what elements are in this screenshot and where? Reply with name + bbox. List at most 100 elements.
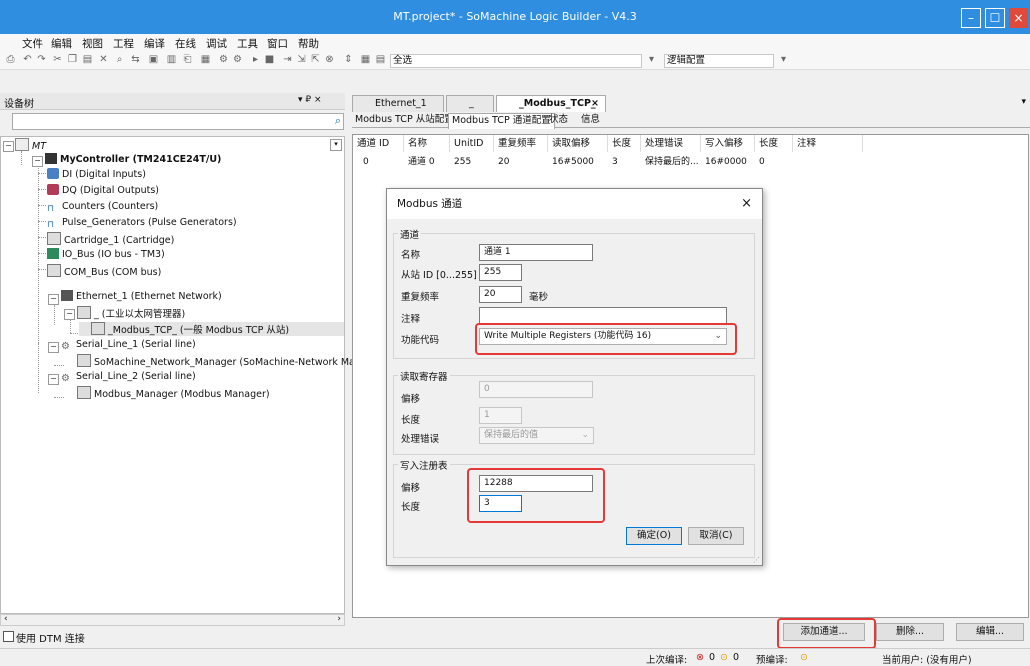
- tree-node-di[interactable]: DI (Digital Inputs): [47, 168, 146, 182]
- repeat-rate-input[interactable]: 20: [479, 286, 522, 303]
- breakpoint-icon[interactable]: ⊗: [324, 54, 335, 65]
- tree-node-label: Serial_Line_2 (Serial line): [76, 371, 196, 382]
- read-error-select[interactable]: 保持最后的值 ⌄: [479, 427, 594, 444]
- chevron-down-icon[interactable]: ▾: [646, 54, 657, 65]
- tree-scrollbar[interactable]: ‹ ›: [0, 614, 345, 626]
- chevron-left-icon[interactable]: ‹: [4, 614, 8, 624]
- cancel-button[interactable]: 取消(C): [688, 527, 744, 545]
- chevron-right-icon[interactable]: ›: [337, 614, 341, 624]
- dtm-checkbox[interactable]: [3, 631, 14, 642]
- chevron-down-icon[interactable]: ▾: [778, 54, 789, 65]
- menu-view[interactable]: 视图: [82, 36, 103, 51]
- read-offset-input[interactable]: 0: [479, 381, 593, 398]
- cut-icon[interactable]: ✂: [52, 54, 63, 65]
- config-combo[interactable]: 逻辑配置: [664, 54, 774, 68]
- new-file-icon[interactable]: ⎗: [182, 54, 193, 65]
- menu-edit[interactable]: 编辑: [51, 36, 72, 51]
- collapse-toggle[interactable]: −: [48, 342, 59, 353]
- tree-node-modbus-tcp[interactable]: _Modbus_TCP_ (一般 Modbus TCP 从站): [79, 322, 344, 336]
- tab-info[interactable]: 信息: [578, 113, 603, 128]
- status-bar: 上次编译: ⊗ 0 ⊙ 0 预编译: ⊙ 当前用户: (没有用户): [0, 648, 1030, 666]
- maximize-button[interactable]: ☐: [985, 8, 1005, 28]
- tab-manager[interactable]: _: [446, 95, 494, 112]
- toggle-icon[interactable]: ⇕: [343, 54, 354, 65]
- ok-button[interactable]: 确定(O): [626, 527, 682, 545]
- menu-build[interactable]: 编译: [144, 36, 165, 51]
- close-icon[interactable]: ×: [591, 96, 599, 112]
- bookmark-icon[interactable]: ▣: [148, 54, 159, 65]
- tree-node-ethernet[interactable]: Ethernet_1 (Ethernet Network): [61, 290, 222, 304]
- run-icon[interactable]: ▸: [250, 54, 261, 65]
- resize-grip-icon[interactable]: ⋰: [753, 556, 760, 564]
- delete-channel-button[interactable]: 删除...: [876, 623, 944, 641]
- table-cell: 255: [454, 157, 472, 167]
- dialog-close-button[interactable]: ×: [741, 189, 752, 219]
- device-tree-search-input[interactable]: ⌕: [12, 113, 344, 130]
- tree-node-serial1[interactable]: ⚙ Serial_Line_1 (Serial line): [61, 338, 196, 352]
- print-icon[interactable]: ⎙: [5, 54, 16, 65]
- tree-node-network-manager[interactable]: SoMachine_Network_Manager (SoMachine-Net…: [77, 354, 386, 368]
- tree-node-counters[interactable]: ⊓ Counters (Counters): [47, 200, 158, 214]
- tree-node-dq[interactable]: DQ (Digital Outputs): [47, 184, 159, 198]
- tree-node-cartridge[interactable]: Cartridge_1 (Cartridge): [47, 232, 174, 246]
- tree-node-pulse[interactable]: ⊓ Pulse_Generators (Pulse Generators): [47, 216, 237, 230]
- undo-icon[interactable]: ↶: [22, 54, 33, 65]
- read-length-input[interactable]: 1: [479, 407, 522, 424]
- menu-debug[interactable]: 调试: [206, 36, 227, 51]
- tree-node-controller[interactable]: MyController (TM241CE24T/U): [45, 153, 221, 167]
- config-icon[interactable]: ▤: [375, 54, 386, 65]
- tree-node-iobus[interactable]: IO_Bus (IO bus - TM3): [47, 248, 165, 262]
- paste-icon[interactable]: ▤: [82, 54, 93, 65]
- copy-icon[interactable]: ❐: [67, 54, 78, 65]
- device-icon[interactable]: ▦: [360, 54, 371, 65]
- panel-controls[interactable]: ▾ ₽ ×: [298, 95, 322, 105]
- tree-node-serial2[interactable]: ⚙ Serial_Line_2 (Serial line): [61, 370, 196, 384]
- menu-file[interactable]: 文件: [22, 36, 43, 51]
- menu-online[interactable]: 在线: [175, 36, 196, 51]
- stop-icon[interactable]: ■: [264, 54, 275, 65]
- edit-channel-button[interactable]: 编辑...: [956, 623, 1024, 641]
- menu-window[interactable]: 窗口: [267, 36, 288, 51]
- replace-icon[interactable]: ⇆: [130, 54, 141, 65]
- tab-status[interactable]: 状态: [546, 113, 571, 128]
- step-out-icon[interactable]: ⇱: [310, 54, 321, 65]
- login-icon[interactable]: ⚙: [218, 54, 229, 65]
- logout-icon[interactable]: ⚙: [232, 54, 243, 65]
- tree-node-project[interactable]: MT: [15, 138, 46, 152]
- collapse-toggle[interactable]: −: [3, 141, 14, 152]
- tree-node-industrial-manager[interactable]: _ (工业以太网管理器): [77, 306, 185, 320]
- tree-node-combus[interactable]: COM_Bus (COM bus): [47, 264, 161, 278]
- tab-modbus-tcp[interactable]: _Modbus_TCP_ ×: [496, 95, 606, 112]
- tree-node-modbus-manager[interactable]: Modbus_Manager (Modbus Manager): [77, 386, 270, 400]
- collapse-toggle[interactable]: −: [48, 294, 59, 305]
- collapse-toggle[interactable]: −: [64, 309, 75, 320]
- add-object-icon[interactable]: ▥: [166, 54, 177, 65]
- step-over-icon[interactable]: ⇥: [282, 54, 293, 65]
- close-window-button[interactable]: ×: [1009, 8, 1028, 28]
- slave-id-input[interactable]: 255: [479, 264, 522, 281]
- tab-ethernet[interactable]: Ethernet_1: [352, 95, 444, 112]
- search-icon[interactable]: ⌕: [335, 114, 341, 128]
- tab-slave-config[interactable]: Modbus TCP 从站配置: [352, 113, 457, 128]
- delete-icon[interactable]: ✕: [98, 54, 109, 65]
- menu-help[interactable]: 帮助: [298, 36, 319, 51]
- chevron-down-icon[interactable]: ▾: [330, 139, 342, 151]
- repeat-rate-label: 重复频率: [401, 292, 440, 303]
- name-input[interactable]: 通道 1: [479, 244, 593, 261]
- tab-channel-config[interactable]: Modbus TCP 通道配置: [448, 113, 555, 129]
- menu-tools[interactable]: 工具: [237, 36, 258, 51]
- select-combo[interactable]: 全选: [390, 54, 642, 68]
- collapse-toggle[interactable]: −: [48, 374, 59, 385]
- step-into-icon[interactable]: ⇲: [296, 54, 307, 65]
- column-header: 长度: [608, 135, 641, 152]
- menu-project[interactable]: 工程: [113, 36, 134, 51]
- column-header: 处理错误: [641, 135, 701, 152]
- collapse-toggle[interactable]: −: [32, 156, 43, 167]
- build-icon[interactable]: ▦: [200, 54, 211, 65]
- find-icon[interactable]: ⌕: [114, 54, 125, 65]
- minimize-button[interactable]: –: [961, 8, 981, 28]
- chevron-down-icon[interactable]: ▾: [1021, 97, 1026, 107]
- redo-icon[interactable]: ↷: [36, 54, 47, 65]
- comment-input[interactable]: [479, 307, 727, 324]
- window-title: MT.project* - SoMachine Logic Builder - …: [393, 10, 637, 23]
